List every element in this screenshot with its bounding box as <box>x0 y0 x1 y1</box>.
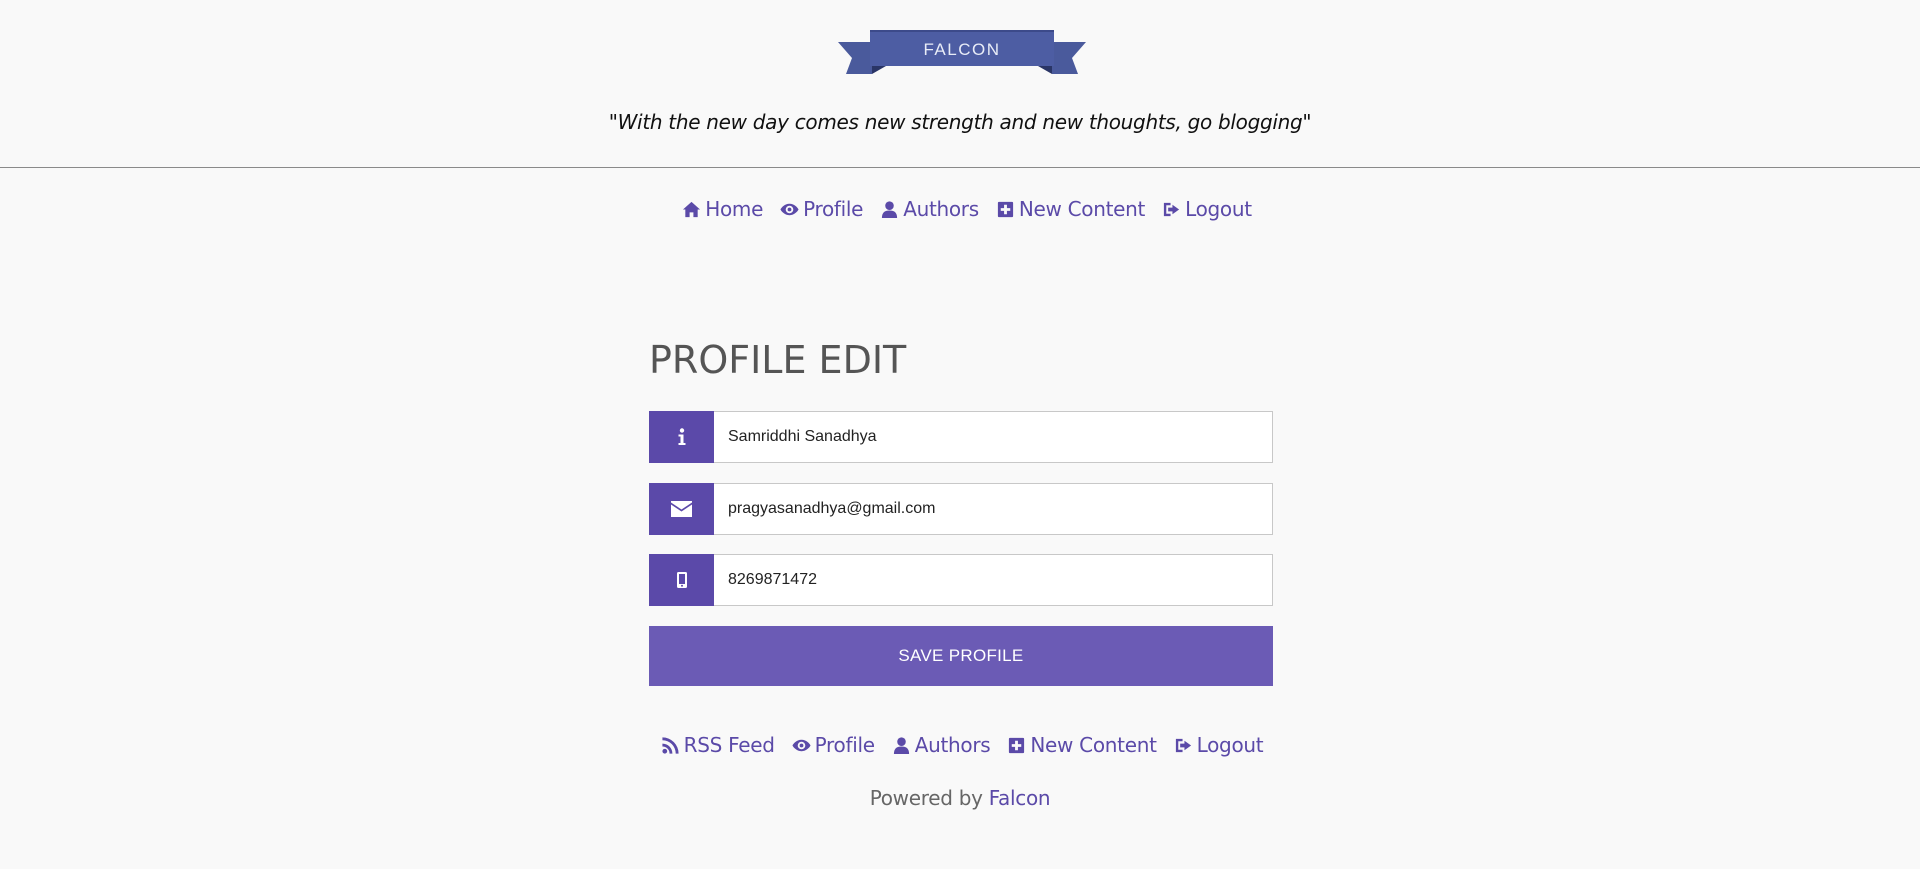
nav-profile-link[interactable]: Profile <box>780 197 863 221</box>
user-icon <box>893 736 909 754</box>
footer-rss-label: RSS Feed <box>683 733 775 757</box>
nav-authors-label: Authors <box>903 197 979 221</box>
top-nav: Home Profile Authors New Content Logout <box>14 197 1920 221</box>
eye-icon <box>780 203 799 215</box>
nav-profile-label: Profile <box>803 197 864 221</box>
sign-out-icon <box>1175 738 1191 752</box>
save-profile-button[interactable]: SAVE PROFILE <box>649 626 1273 686</box>
site-header: FALCON "With the new day comes new stren… <box>0 0 1920 168</box>
footer-profile-link[interactable]: Profile <box>792 733 875 757</box>
rss-icon <box>662 736 679 754</box>
footer-profile-label: Profile <box>814 733 875 757</box>
nav-new-content-link[interactable]: New Content <box>996 197 1145 221</box>
mobile-phone-icon <box>676 572 687 588</box>
email-addon <box>649 483 714 535</box>
footer-nav: RSS Feed Profile Authors New Content Log… <box>4 733 1920 757</box>
falcon-logo[interactable]: FALCON <box>838 30 1086 76</box>
envelope-icon <box>671 501 692 517</box>
nav-logout-label: Logout <box>1185 197 1252 221</box>
footer-logout-link[interactable]: Logout <box>1174 733 1264 757</box>
phone-addon <box>649 554 714 606</box>
name-field-group <box>649 411 1273 463</box>
footer-new-content-label: New Content <box>1030 733 1157 757</box>
email-input[interactable] <box>714 483 1273 535</box>
logo-text: FALCON <box>923 40 1000 59</box>
nav-home-link[interactable]: Home <box>682 197 763 221</box>
home-icon <box>683 201 701 217</box>
name-addon <box>649 411 714 463</box>
footer-authors-link[interactable]: Authors <box>892 733 991 757</box>
phone-field-group <box>649 554 1273 606</box>
page-title: PROFILE EDIT <box>649 338 907 382</box>
eye-icon <box>792 739 811 751</box>
powered-by: Powered by Falcon <box>0 786 1920 810</box>
nav-authors-link[interactable]: Authors <box>880 197 979 221</box>
plus-square-icon <box>1009 737 1025 753</box>
footer-logout-label: Logout <box>1196 733 1264 757</box>
tagline: "With the new day comes new strength and… <box>608 110 1312 134</box>
powered-by-falcon-link[interactable]: Falcon <box>989 786 1051 810</box>
sign-out-icon <box>1163 202 1180 216</box>
nav-home-label: Home <box>705 197 764 221</box>
nav-new-content-label: New Content <box>1018 197 1146 221</box>
footer-new-content-link[interactable]: New Content <box>1007 733 1157 757</box>
footer-authors-label: Authors <box>914 733 991 757</box>
phone-input[interactable] <box>714 554 1273 606</box>
email-field-group <box>649 483 1273 535</box>
user-icon <box>882 200 898 218</box>
info-icon <box>678 428 685 445</box>
name-input[interactable] <box>714 411 1273 463</box>
footer-rss-link[interactable]: RSS Feed <box>661 733 775 757</box>
nav-logout-link[interactable]: Logout <box>1162 197 1252 221</box>
powered-by-prefix: Powered by <box>869 786 983 810</box>
plus-square-icon <box>997 201 1013 217</box>
